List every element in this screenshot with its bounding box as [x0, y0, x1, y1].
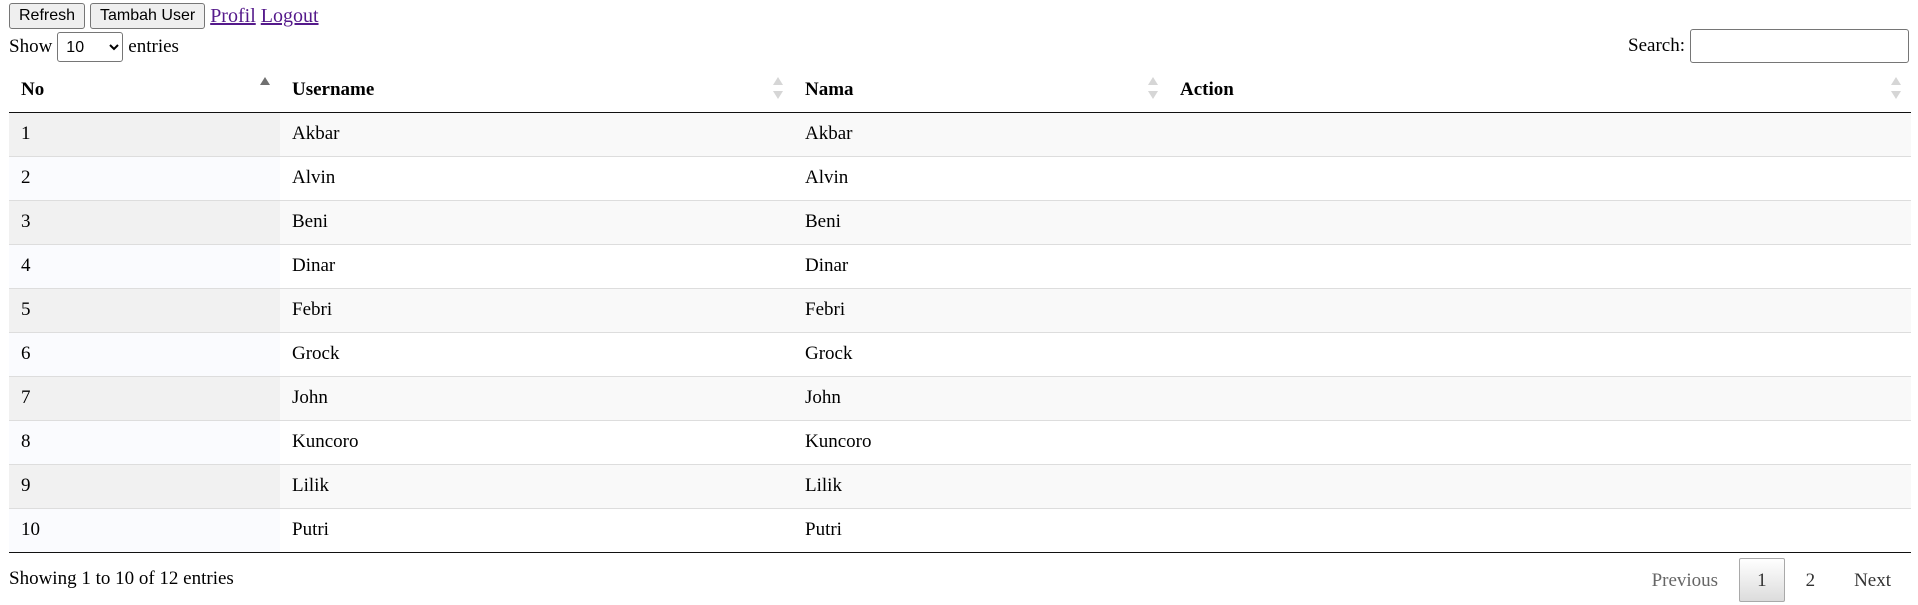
cell-nama: Beni: [793, 199, 1168, 244]
column-header-label: No: [21, 78, 45, 100]
table-row: 2 Alvin Alvin: [9, 155, 1911, 200]
table-row: 3 Beni Beni: [9, 199, 1911, 244]
toolbar: Refresh Tambah User Profil Logout: [9, 3, 324, 29]
cell-action: [1168, 507, 1911, 553]
table-header-row: No Username Nama Action: [9, 68, 1911, 113]
column-header-no[interactable]: No: [9, 68, 280, 113]
cell-no: 2: [9, 155, 280, 200]
table-row: 1 Akbar Akbar: [9, 112, 1911, 156]
refresh-button[interactable]: Refresh: [9, 3, 86, 29]
cell-action: [1168, 199, 1911, 244]
cell-username: Alvin: [280, 155, 793, 200]
cell-action: [1168, 463, 1911, 508]
table-row: 6 Grock Grock: [9, 331, 1911, 376]
table-row: 4 Dinar Dinar: [9, 243, 1911, 288]
cell-username: John: [280, 375, 793, 420]
cell-nama: Grock: [793, 331, 1168, 376]
sort-both-icon: [773, 77, 783, 99]
cell-username: Kuncoro: [280, 419, 793, 464]
cell-no: 5: [9, 287, 280, 332]
cell-username: Beni: [280, 199, 793, 244]
add-user-button[interactable]: Tambah User: [90, 3, 206, 29]
cell-username: Febri: [280, 287, 793, 332]
cell-no: 8: [9, 419, 280, 464]
table-row: 10 Putri Putri: [9, 507, 1911, 553]
profil-link[interactable]: Profil: [210, 5, 256, 28]
column-header-label: Action: [1180, 78, 1234, 100]
sort-ascending-icon: [260, 77, 270, 99]
length-suffix-label: entries: [128, 36, 179, 57]
column-header-label: Nama: [805, 78, 854, 100]
cell-no: 1: [9, 112, 280, 156]
entries-per-page-select[interactable]: 10: [57, 32, 124, 62]
entries-length-control: Show 10 entries: [9, 32, 179, 62]
column-header-label: Username: [292, 78, 375, 100]
cell-no: 10: [9, 507, 280, 553]
column-header-action[interactable]: Action: [1168, 68, 1911, 113]
pagination: Previous 1 2 Next: [1631, 558, 1909, 602]
cell-nama: Akbar: [793, 112, 1168, 156]
cell-action: [1168, 419, 1911, 464]
cell-action: [1168, 331, 1911, 376]
cell-action: [1168, 375, 1911, 420]
cell-nama: Dinar: [793, 243, 1168, 288]
users-table: No Username Nama Action 1 Akbar Akbar 2 …: [9, 68, 1911, 553]
table-row: 5 Febri Febri: [9, 287, 1911, 332]
page-button-1[interactable]: 1: [1739, 558, 1785, 602]
cell-action: [1168, 155, 1911, 200]
search-label: Search:: [1628, 35, 1685, 56]
cell-nama: Alvin: [793, 155, 1168, 200]
logout-link[interactable]: Logout: [261, 5, 319, 28]
table-info: Showing 1 to 10 of 12 entries: [9, 568, 234, 589]
cell-no: 4: [9, 243, 280, 288]
cell-action: [1168, 112, 1911, 156]
sort-both-icon: [1891, 77, 1901, 99]
next-page-button[interactable]: Next: [1836, 558, 1909, 602]
cell-username: Grock: [280, 331, 793, 376]
table-row: 9 Lilik Lilik: [9, 463, 1911, 508]
table-row: 8 Kuncoro Kuncoro: [9, 419, 1911, 464]
cell-nama: Putri: [793, 507, 1168, 553]
cell-nama: Lilik: [793, 463, 1168, 508]
table-row: 7 John John: [9, 375, 1911, 420]
cell-no: 9: [9, 463, 280, 508]
cell-nama: John: [793, 375, 1168, 420]
cell-username: Putri: [280, 507, 793, 553]
column-header-username[interactable]: Username: [280, 68, 793, 113]
sort-both-icon: [1148, 77, 1158, 99]
cell-username: Dinar: [280, 243, 793, 288]
cell-username: Lilik: [280, 463, 793, 508]
search-filter: Search:: [1628, 29, 1909, 63]
page-button-2[interactable]: 2: [1788, 558, 1834, 602]
length-prefix-label: Show: [9, 36, 53, 57]
search-input[interactable]: [1690, 29, 1909, 63]
cell-no: 7: [9, 375, 280, 420]
cell-action: [1168, 287, 1911, 332]
cell-action: [1168, 243, 1911, 288]
previous-page-button[interactable]: Previous: [1634, 558, 1737, 602]
cell-no: 6: [9, 331, 280, 376]
cell-no: 3: [9, 199, 280, 244]
column-header-nama[interactable]: Nama: [793, 68, 1168, 113]
cell-username: Akbar: [280, 112, 793, 156]
cell-nama: Febri: [793, 287, 1168, 332]
cell-nama: Kuncoro: [793, 419, 1168, 464]
